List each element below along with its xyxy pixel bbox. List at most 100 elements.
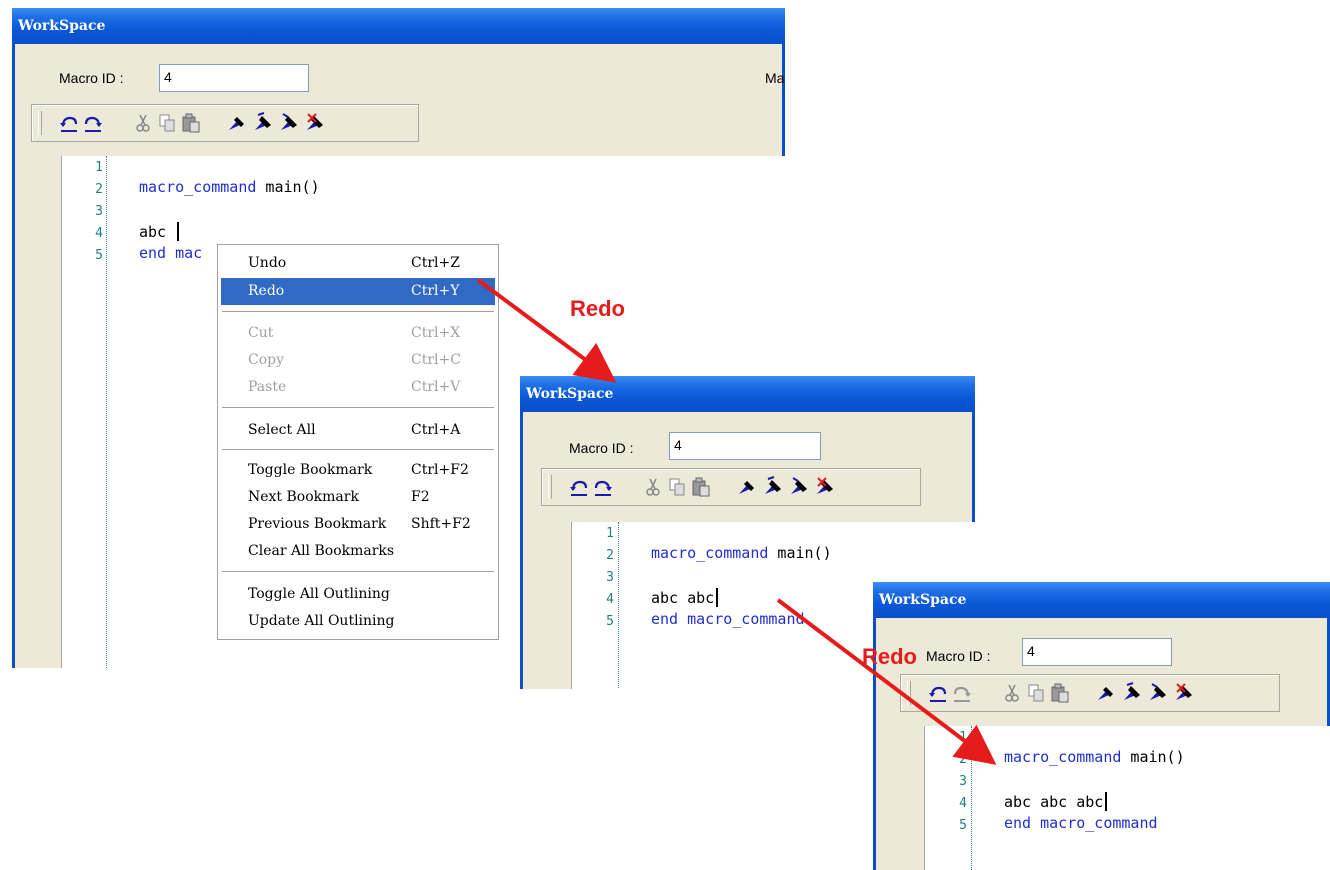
menu-item-shortcut: Ctrl+Y [411, 283, 460, 299]
menu-item-label: Previous Bookmark [248, 516, 387, 532]
menu-separator [222, 449, 494, 450]
menu-item-shortcut: F2 [411, 489, 430, 505]
macro-extra-label: Ma [765, 70, 785, 86]
line-number: 4 [959, 796, 967, 811]
undo-icon[interactable] [58, 111, 80, 135]
code-line: macro_command main() [139, 178, 320, 196]
next-bookmark-icon[interactable] [1121, 681, 1143, 705]
menu-item-undo[interactable]: Undo Ctrl+Z [221, 250, 495, 277]
window-title: WorkSpace [12, 8, 785, 44]
menu-item-label: Toggle Bookmark [248, 462, 373, 478]
next-bookmark-icon[interactable] [252, 111, 274, 135]
previous-bookmark-icon[interactable] [278, 111, 300, 135]
menu-item-label: Redo [248, 283, 285, 299]
macro-id-input[interactable]: 4 [159, 64, 309, 92]
code-line: abc [139, 222, 180, 241]
line-number: 5 [606, 614, 614, 629]
undo-icon[interactable] [568, 475, 590, 499]
macro-id-label: Macro ID : [59, 70, 124, 86]
clear-bookmarks-icon[interactable] [814, 475, 836, 499]
redo-annotation-1: Redo [570, 296, 625, 321]
undo-icon[interactable] [927, 681, 949, 705]
line-number: 1 [606, 526, 614, 541]
menu-item-label: Paste [248, 379, 287, 395]
outline-line [971, 726, 972, 870]
menu-item-cut[interactable]: Cut Ctrl+X [221, 320, 495, 347]
menu-item-label: Next Bookmark [248, 489, 359, 505]
keyword: end mac [139, 244, 203, 262]
previous-bookmark-icon[interactable] [1147, 681, 1169, 705]
menu-item-shortcut: Ctrl+C [411, 352, 461, 368]
code-line: abc abc [651, 588, 719, 607]
code-editor[interactable]: 1 2 3 4 5 macro_command main() abc abc a… [894, 726, 1330, 870]
previous-bookmark-icon[interactable] [788, 475, 810, 499]
toggle-bookmark-icon[interactable] [226, 111, 248, 135]
editor-toolbar [900, 674, 1280, 712]
line-number: 2 [606, 548, 614, 563]
line-number: 1 [959, 730, 967, 745]
clear-bookmarks-icon[interactable] [1173, 681, 1195, 705]
menu-item-paste[interactable]: Paste Ctrl+V [221, 374, 495, 401]
toggle-bookmark-icon[interactable] [1095, 681, 1117, 705]
redo-annotation-2: Redo [862, 644, 917, 669]
context-menu: Undo Ctrl+Z Redo Ctrl+Y Cut Ctrl+X Copy Ctrl… [217, 244, 499, 640]
paste-icon[interactable] [180, 111, 202, 135]
menu-separator [222, 311, 494, 312]
clear-bookmarks-icon[interactable] [304, 111, 326, 135]
menu-item-label: Update All Outlining [248, 613, 395, 629]
menu-item-shortcut: Ctrl+A [411, 422, 461, 438]
cut-icon[interactable] [1001, 681, 1023, 705]
menu-item-toggle-bookmark[interactable]: Toggle Bookmark Ctrl+F2 [221, 457, 495, 484]
line-number: 5 [95, 248, 103, 263]
redo-icon[interactable] [951, 681, 973, 705]
cut-icon[interactable] [132, 111, 154, 135]
editor-gutter [31, 156, 62, 668]
toolbar-grip[interactable] [548, 475, 552, 499]
menu-item-toggle-all-outlining[interactable]: Toggle All Outlining [221, 581, 495, 608]
menu-item-redo[interactable]: Redo Ctrl+Y [221, 278, 495, 305]
line-number: 3 [959, 774, 967, 789]
redo-icon[interactable] [592, 475, 614, 499]
text-caret [716, 588, 719, 607]
macro-id-input[interactable]: 4 [669, 432, 821, 460]
toggle-bookmark-icon[interactable] [736, 475, 758, 499]
toolbar-grip[interactable] [38, 111, 42, 135]
menu-item-copy[interactable]: Copy Ctrl+C [221, 347, 495, 374]
menu-item-previous-bookmark[interactable]: Previous Bookmark Shft+F2 [221, 511, 495, 538]
keyword: macro_command [1004, 748, 1122, 766]
menu-item-update-all-outlining[interactable]: Update All Outlining [221, 608, 495, 635]
outline-line [106, 156, 107, 668]
menu-item-shortcut: Ctrl+V [411, 379, 461, 395]
keyword: macro_command [139, 178, 257, 196]
line-number: 1 [95, 160, 103, 175]
toolbar-grip[interactable] [907, 681, 911, 705]
code-line: macro_command main() [1004, 748, 1185, 766]
redo-icon[interactable] [82, 111, 104, 135]
paste-icon[interactable] [1049, 681, 1071, 705]
line-number: 2 [95, 182, 103, 197]
code-line: abc abc abc [1004, 792, 1108, 811]
menu-item-clear-all-bookmarks[interactable]: Clear All Bookmarks [221, 538, 495, 565]
next-bookmark-icon[interactable] [762, 475, 784, 499]
menu-item-shortcut: Shft+F2 [411, 516, 471, 532]
menu-item-shortcut: Ctrl+Z [411, 255, 460, 271]
menu-item-select-all[interactable]: Select All Ctrl+A [221, 417, 495, 444]
code-text: main() [256, 178, 320, 196]
cut-icon[interactable] [642, 475, 664, 499]
keyword: macro_command [651, 544, 769, 562]
menu-item-label: Undo [248, 255, 287, 271]
menu-item-label: Toggle All Outlining [248, 586, 390, 602]
menu-item-next-bookmark[interactable]: Next Bookmark F2 [221, 484, 495, 511]
macro-id-label: Macro ID : [926, 648, 991, 664]
copy-icon[interactable] [156, 111, 178, 135]
copy-icon[interactable] [666, 475, 688, 499]
code-line: end macro_command [651, 610, 805, 628]
copy-icon[interactable] [1025, 681, 1047, 705]
line-number: 4 [606, 592, 614, 607]
code-line: end mac [139, 244, 202, 262]
paste-icon[interactable] [690, 475, 712, 499]
macro-id-input[interactable]: 4 [1022, 638, 1172, 666]
menu-separator [222, 407, 494, 408]
line-number: 3 [606, 570, 614, 585]
code-text: abc [139, 223, 176, 241]
